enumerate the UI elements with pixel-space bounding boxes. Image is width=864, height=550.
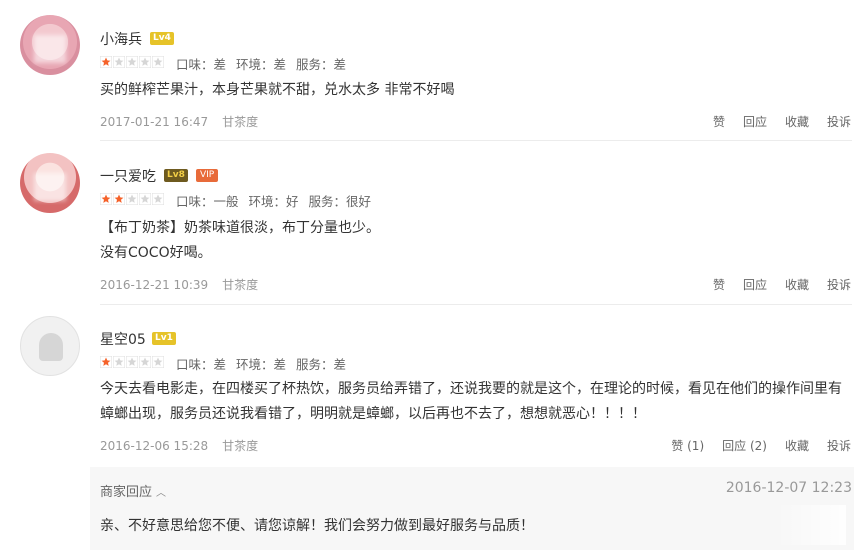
star-icon: [113, 193, 125, 205]
shop-name[interactable]: 甘茶度: [222, 115, 258, 129]
username[interactable]: 星空05: [100, 329, 146, 349]
respond-button[interactable]: 回应: [743, 113, 767, 130]
favorite-button[interactable]: 收藏: [785, 113, 809, 130]
avatar[interactable]: [20, 316, 80, 376]
report-button[interactable]: 投诉: [827, 276, 851, 293]
watermark: [776, 505, 846, 545]
merchant-reply-toggle[interactable]: 商家回应 ︿: [100, 481, 166, 500]
score-taste: 口味：一般: [176, 194, 239, 209]
divider: [100, 304, 852, 305]
avatar[interactable]: [20, 15, 80, 75]
review-meta: 2016-12-21 10:39 甘茶度: [100, 276, 258, 293]
like-button[interactable]: 赞: [713, 113, 725, 130]
star-rating: [100, 56, 164, 68]
review-time: 2016-12-21 10:39: [100, 278, 209, 292]
level-badge: Lv8: [164, 169, 188, 182]
review-text-line2: 蟑螂出现，服务员还说我看错了，明明就是蟑螂，以后再也不去了，想想就恶心！！！！: [100, 406, 646, 422]
review-actions: 赞 回应 收藏 投诉: [713, 113, 851, 130]
star-rating: [100, 356, 164, 368]
level-badge: Lv1: [152, 332, 176, 345]
star-icon: [139, 193, 151, 205]
level-badge: Lv4: [150, 32, 174, 45]
score-taste: 口味：差: [176, 357, 227, 372]
vip-badge: VIP: [196, 169, 219, 182]
like-button[interactable]: 赞: [713, 276, 725, 293]
review-meta: 2016-12-06 15:28 甘茶度: [100, 437, 258, 454]
like-button[interactable]: 赞 (1): [671, 437, 704, 454]
respond-button[interactable]: 回应 (2): [722, 437, 767, 454]
avatar[interactable]: [20, 153, 80, 213]
shop-name[interactable]: 甘茶度: [222, 439, 258, 453]
sub-scores: 口味：一般 环境：好 服务：很好: [176, 191, 377, 210]
score-environment: 环境：差: [236, 57, 287, 72]
chevron-up-icon: ︿: [156, 488, 167, 499]
star-icon: [100, 193, 112, 205]
divider: [100, 140, 852, 141]
review-text: 【布丁奶茶】奶茶味道很淡，布丁分量也少。: [100, 220, 380, 236]
score-service: 服务：差: [296, 357, 347, 372]
reply-text: 亲、不好意思给您不便、请您谅解！我们会努力做到最好服务与品质！: [100, 518, 534, 534]
score-service: 服务：差: [296, 57, 347, 72]
reply-time: 2016-12-07 12:23: [725, 480, 852, 496]
star-icon: [113, 356, 125, 368]
star-icon: [139, 56, 151, 68]
star-icon: [152, 356, 164, 368]
shop-name[interactable]: 甘茶度: [222, 278, 258, 292]
username[interactable]: 小海兵: [100, 29, 142, 49]
review-time: 2016-12-06 15:28: [100, 439, 209, 453]
star-icon: [139, 356, 151, 368]
star-icon: [152, 193, 164, 205]
star-icon: [126, 56, 138, 68]
review-actions: 赞 回应 收藏 投诉: [713, 276, 851, 293]
review-time: 2017-01-21 16:47: [100, 115, 209, 129]
star-icon: [100, 356, 112, 368]
merchant-reply: 商家回应 ︿ 2016-12-07 12:23 亲、不好意思给您不便、请您谅解！我…: [90, 467, 854, 550]
review-text-line2: 没有COCO好喝。: [100, 245, 212, 261]
review-meta: 2017-01-21 16:47 甘茶度: [100, 113, 258, 130]
score-service: 服务：很好: [308, 194, 372, 209]
star-icon: [126, 356, 138, 368]
star-icon: [100, 56, 112, 68]
favorite-button[interactable]: 收藏: [785, 276, 809, 293]
score-taste: 口味：差: [176, 57, 227, 72]
favorite-button[interactable]: 收藏: [785, 437, 809, 454]
review-actions: 赞 (1) 回应 (2) 收藏 投诉: [671, 437, 851, 454]
star-rating: [100, 193, 164, 205]
sub-scores: 口味：差 环境：差 服务：差: [176, 354, 352, 373]
star-icon: [152, 56, 164, 68]
score-environment: 环境：好: [248, 194, 299, 209]
sub-scores: 口味：差 环境：差 服务：差: [176, 54, 352, 73]
star-icon: [126, 193, 138, 205]
merchant-reply-label: 商家回应: [100, 485, 153, 500]
report-button[interactable]: 投诉: [827, 437, 851, 454]
star-icon: [113, 56, 125, 68]
username[interactable]: 一只爱吃: [100, 166, 156, 186]
respond-button[interactable]: 回应: [743, 276, 767, 293]
score-environment: 环境：差: [236, 357, 287, 372]
review-text: 今天去看电影走，在四楼买了杯热饮，服务员给弄错了，还说我要的就是这个，在理论的时…: [100, 381, 842, 397]
review-text: 买的鲜榨芒果汁，本身芒果就不甜，兑水太多 非常不好喝: [100, 82, 455, 98]
report-button[interactable]: 投诉: [827, 113, 851, 130]
